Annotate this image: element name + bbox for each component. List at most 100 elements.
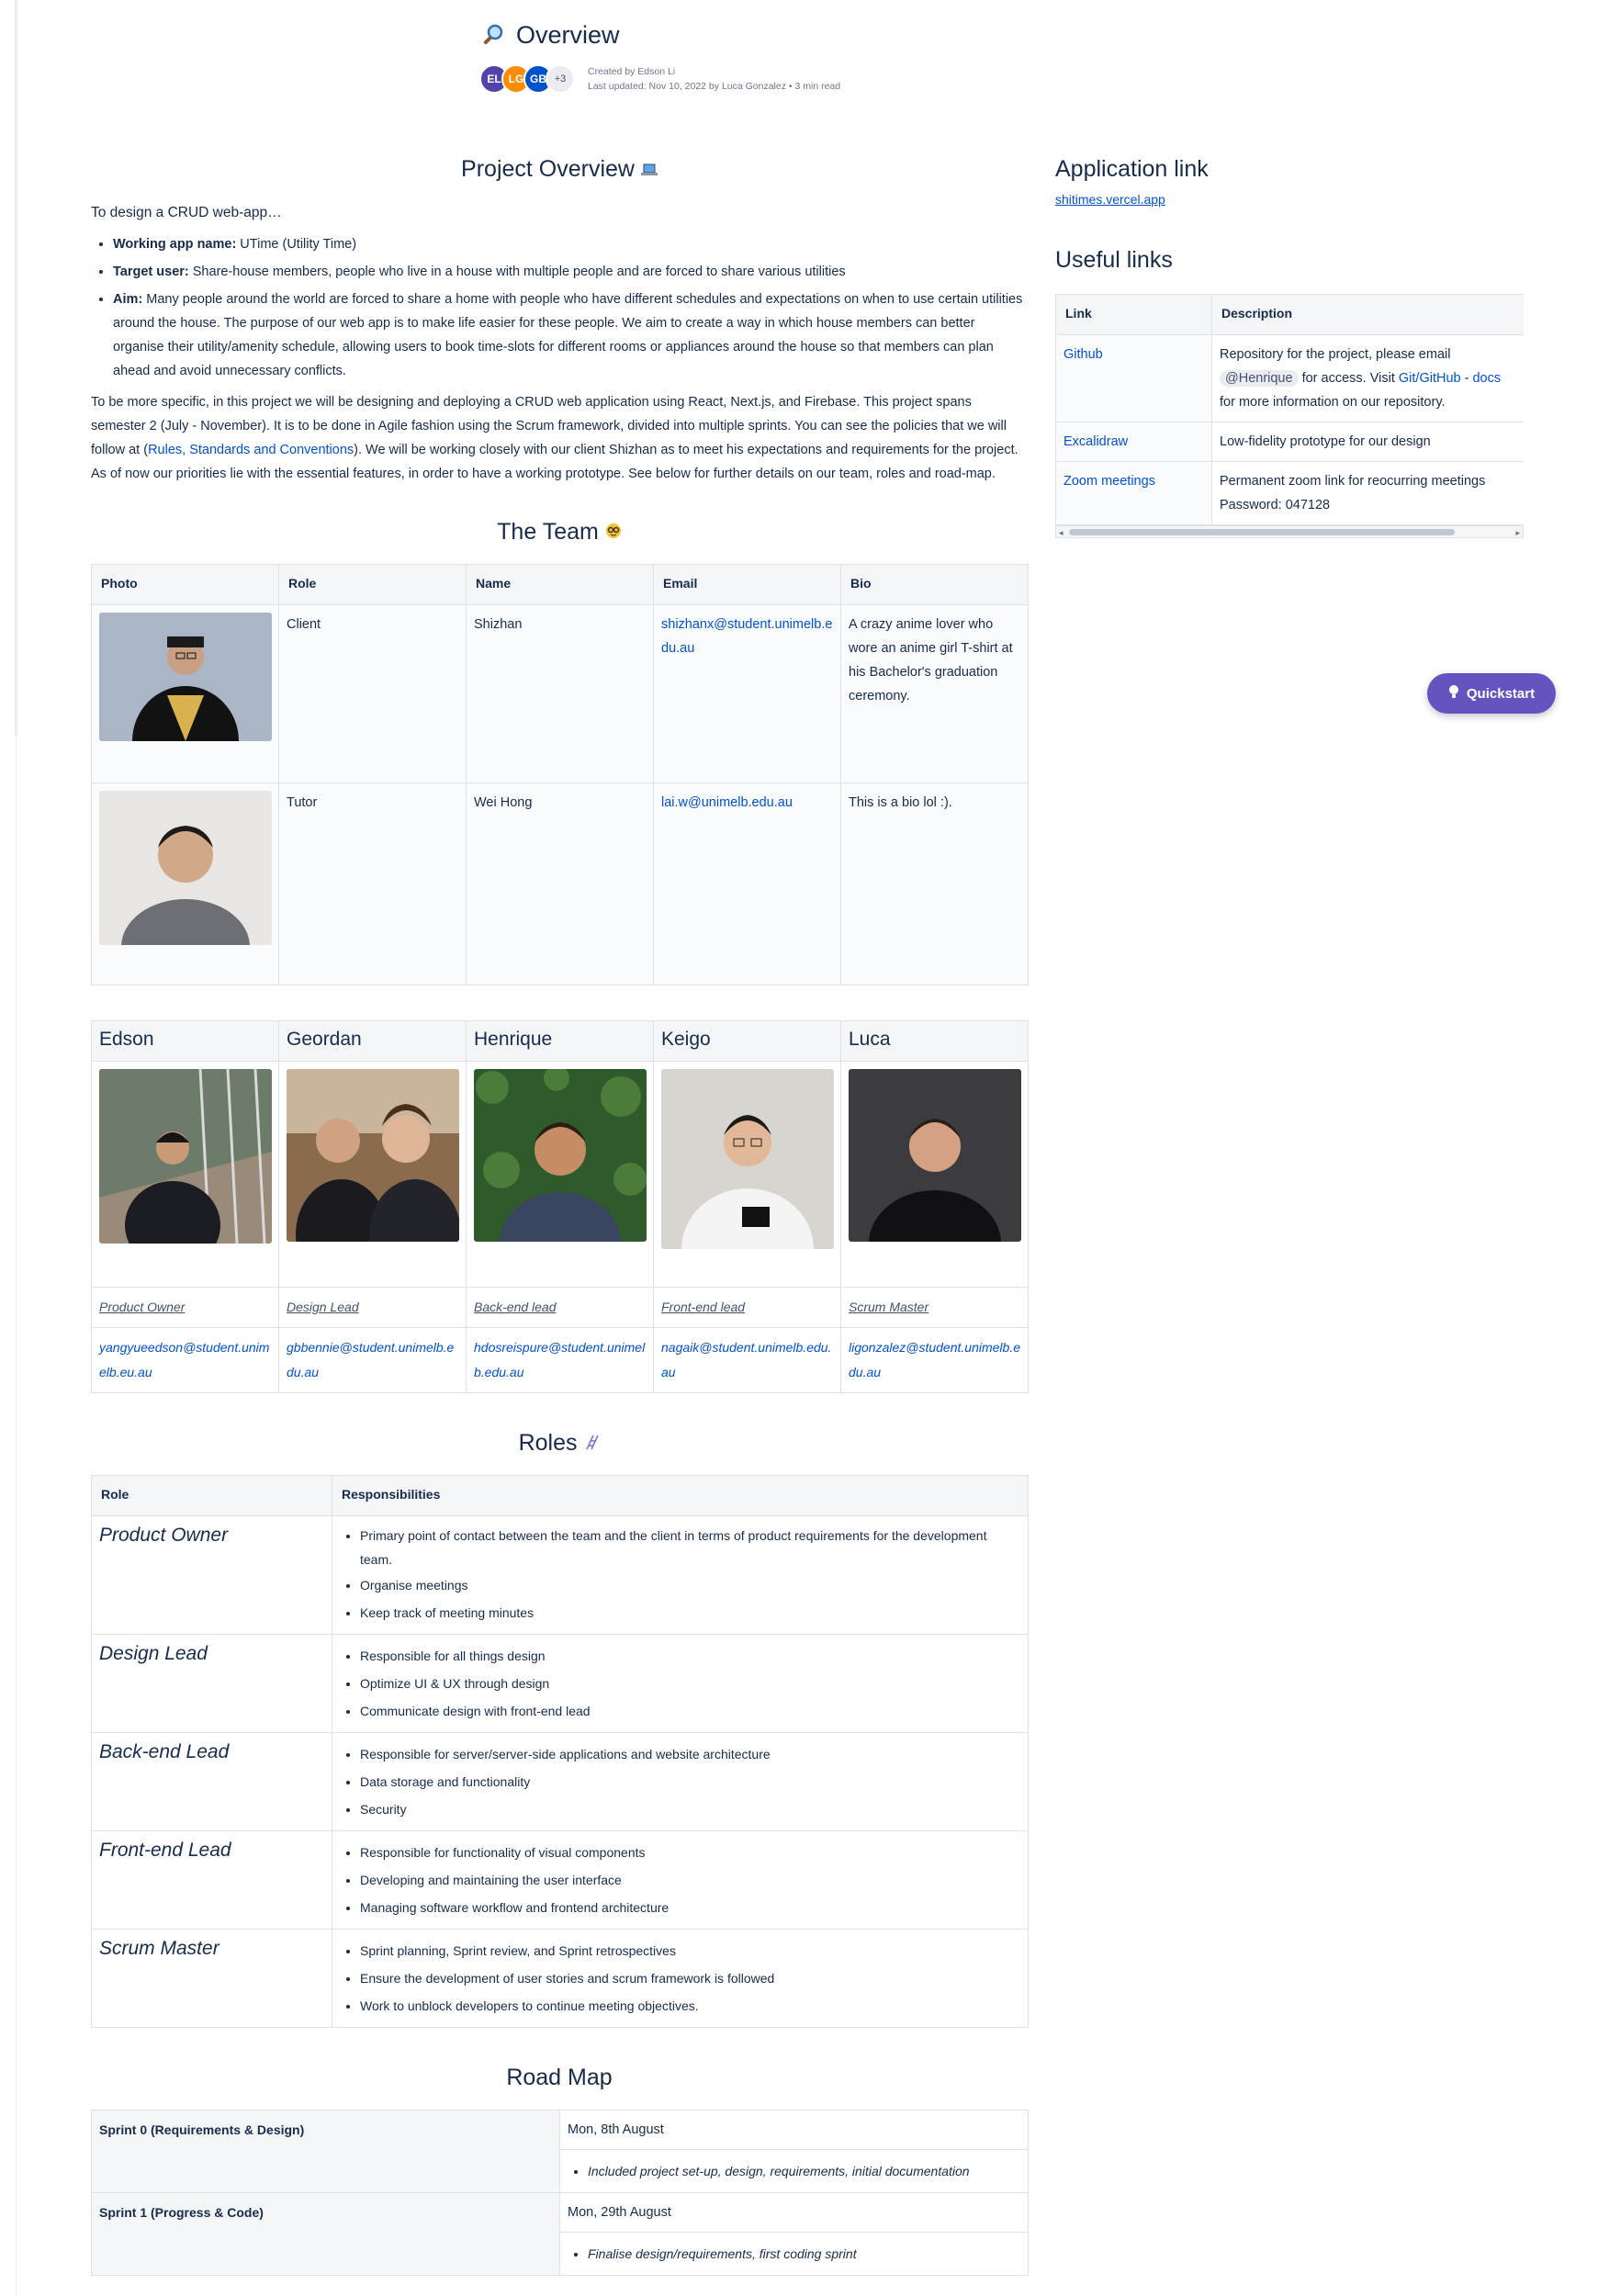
section-heading: The Team — [91, 519, 1028, 546]
team-table: Photo Role Name Email Bio Client Shizhan… — [91, 564, 1029, 985]
column-header: Responsibilities — [332, 1475, 1029, 1516]
nerd-face-icon — [605, 519, 622, 545]
contributors-avatars[interactable]: EL LG GB +3 — [479, 64, 575, 94]
quickstart-label: Quickstart — [1466, 685, 1536, 702]
useful-links-scroll[interactable]: Link Description Github Repository for t… — [1055, 294, 1524, 538]
table-row — [91, 1061, 1029, 1288]
list-item: Developing and maintaining the user inte… — [360, 1866, 1020, 1894]
role-name: Scrum Master — [99, 1938, 219, 1959]
table-row: Zoom meetings Permanent zoom link for re… — [1055, 461, 1524, 525]
geordan-photo[interactable] — [287, 1069, 459, 1242]
column-header: Name — [466, 564, 654, 605]
email-link[interactable]: nagaik@student.unimelb.edu.au — [661, 1340, 831, 1379]
member-name: Henrique — [466, 1020, 654, 1062]
member-name: Luca — [840, 1020, 1029, 1062]
column-header: Bio — [840, 564, 1029, 605]
right-column: Application link shitimes.vercel.app Use… — [1055, 156, 1524, 538]
name-cell: Shizhan — [466, 604, 654, 783]
section-heading: Roles — [91, 1430, 1028, 1457]
bio-cell: A crazy anime lover who wore an anime gi… — [840, 604, 1029, 783]
git-github-link[interactable]: Git/GitHub — [1399, 371, 1461, 386]
name-cell: Wei Hong — [466, 782, 654, 985]
user-mention[interactable]: @Henrique — [1220, 370, 1299, 387]
keigo-photo[interactable] — [661, 1069, 834, 1249]
role-link[interactable]: Design Lead — [287, 1300, 359, 1314]
sprint-date: Mon, 29th August — [559, 2192, 1029, 2233]
list-item: Keep track of meeting minutes — [360, 1599, 1020, 1626]
list-item: Sprint planning, Sprint review, and Spri… — [360, 1937, 1020, 1964]
table-row: Tutor Wei Hong lai.w@unimelb.edu.au This… — [91, 782, 1029, 985]
client-photo[interactable] — [99, 613, 272, 741]
list-item: Data storage and functionality — [360, 1768, 1020, 1795]
table-row: Excalidraw Low-fidelity prototype for ou… — [1055, 422, 1524, 462]
description-cell: Low-fidelity prototype for our design — [1211, 422, 1524, 462]
email-link[interactable]: lai.w@unimelb.edu.au — [661, 795, 793, 810]
intro-text: To design a CRUD web-app… — [91, 205, 282, 220]
column-header: Photo — [91, 564, 279, 605]
sprint-label: Sprint 0 (Requirements & Design) — [91, 2110, 560, 2193]
list-item: Organise meetings — [360, 1571, 1020, 1599]
role-name: Design Lead — [99, 1643, 208, 1664]
created-by: Created by Edson Li — [588, 66, 676, 77]
email-link[interactable]: yangyueedson@student.unimelb.eu.au — [99, 1340, 269, 1379]
zoom-password: Password: 047128 — [1220, 498, 1331, 512]
list-item: Finalise design/requirements, first codi… — [588, 2240, 1020, 2268]
email-link[interactable]: gbbennie@student.unimelb.edu.au — [287, 1340, 454, 1379]
app-url-link[interactable]: shitimes.vercel.app — [1055, 192, 1524, 207]
application-link-heading: Application link — [1055, 156, 1209, 182]
column-header: Email — [653, 564, 841, 605]
quickstart-button[interactable]: Quickstart — [1427, 673, 1556, 714]
role-name: Front-end Lead — [99, 1840, 231, 1861]
sprint-date: Mon, 8th August — [559, 2110, 1029, 2150]
scroll-left-icon[interactable]: ◂ — [1059, 528, 1063, 538]
table-row: Sprint 1 (Progress & Code) Mon, 29th Aug… — [91, 2192, 1029, 2276]
github-link[interactable]: Github — [1063, 347, 1103, 362]
email-link[interactable]: shizhanx@student.unimelb.edu.au — [661, 617, 832, 656]
list-item: Managing software workflow and frontend … — [360, 1894, 1020, 1921]
section-heading: Road Map — [506, 2065, 613, 2090]
scroll-right-icon[interactable]: ▸ — [1515, 528, 1520, 538]
table-row: Github Repository for the project, pleas… — [1055, 334, 1524, 422]
role-link[interactable]: Back-end lead — [474, 1300, 557, 1314]
luca-photo[interactable] — [849, 1069, 1021, 1242]
page-content: Project Overview To design a CRUD web-ap… — [91, 156, 1029, 2276]
column-header: Link — [1055, 294, 1212, 335]
table-row: Design Lead Responsible for all things d… — [91, 1634, 1029, 1733]
table-row: yangyueedson@student.unimelb.eu.au gbben… — [91, 1327, 1029, 1393]
table-row: Product Owner Design Lead Back-end lead … — [91, 1287, 1029, 1328]
horizontal-scrollbar[interactable]: ◂ ▸ — [1055, 525, 1524, 538]
tutor-photo[interactable] — [99, 791, 272, 945]
role-link[interactable]: Product Owner — [99, 1300, 185, 1314]
table-row: Product Owner Primary point of contact b… — [91, 1515, 1029, 1635]
column-header: Role — [91, 1475, 332, 1516]
list-item: Communicate design with front-end lead — [360, 1697, 1020, 1725]
list-item: Responsible for functionality of visual … — [360, 1839, 1020, 1866]
role-link[interactable]: Front-end lead — [661, 1300, 745, 1314]
table-row: Front-end Lead Responsible for functiona… — [91, 1830, 1029, 1930]
members-table: Edson Geordan Henrique Keigo Luca Produc… — [91, 1020, 1029, 1393]
roles-table: Role Responsibilities Product Owner Prim… — [91, 1475, 1029, 2028]
more-contributors[interactable]: +3 — [546, 64, 575, 94]
table-row: Sprint 0 (Requirements & Design) Mon, 8t… — [91, 2110, 1029, 2193]
role-link[interactable]: Scrum Master — [849, 1300, 928, 1314]
list-item: Security — [360, 1795, 1020, 1823]
henrique-photo[interactable] — [474, 1069, 647, 1242]
table-row: Back-end Lead Responsible for server/ser… — [91, 1732, 1029, 1831]
excalidraw-link[interactable]: Excalidraw — [1063, 434, 1128, 449]
zoom-link[interactable]: Zoom meetings — [1063, 474, 1155, 489]
rules-link[interactable]: Rules, Standards and Conventions — [148, 443, 354, 457]
member-name: Keigo — [653, 1020, 841, 1062]
section-heading: Project Overview — [91, 156, 1028, 183]
useful-links-table: Link Description Github Repository for t… — [1055, 294, 1524, 525]
edson-photo[interactable] — [99, 1069, 272, 1244]
useful-links-heading: Useful links — [1055, 247, 1173, 273]
magnifier-icon — [479, 21, 507, 49]
sidebar-resize-handle[interactable] — [15, 0, 17, 735]
member-name: Edson — [91, 1020, 279, 1062]
column-header: Role — [278, 564, 467, 605]
list-item: Working app name: UTime (Utility Time) — [113, 232, 1028, 256]
docs-link[interactable]: docs — [1472, 371, 1501, 386]
email-link[interactable]: ligonzalez@student.unimelb.edu.au — [849, 1340, 1020, 1379]
scroll-thumb[interactable] — [1069, 529, 1455, 535]
email-link[interactable]: hdosreispure@student.unimelb.edu.au — [474, 1340, 645, 1379]
